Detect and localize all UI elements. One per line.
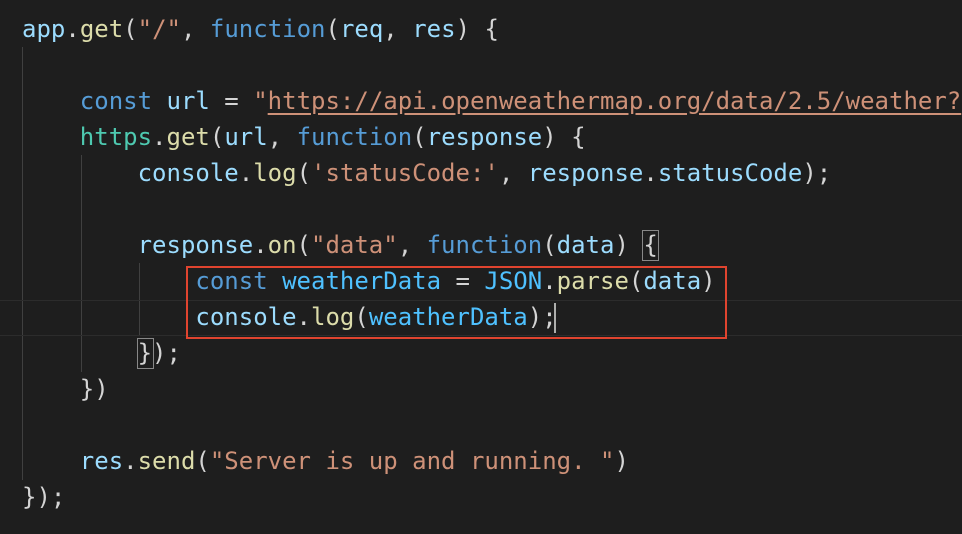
code-token: , [180,15,210,43]
code-token: ) { [542,123,586,151]
code-token: "data" [311,231,398,259]
code-token: , [267,123,297,151]
code-token: , [397,231,427,259]
code-editor[interactable]: app.get("/", function(req, res) { const … [0,0,962,534]
code-token: ( [195,447,210,475]
code-token: response [426,123,543,151]
code-token: on [267,231,297,259]
code-line[interactable]: res.send("Server is up and running. ") [22,443,629,479]
code-token: function [426,231,543,259]
code-token: url [224,123,268,151]
code-token: send [137,447,196,475]
code-token: app [22,15,66,43]
code-line[interactable]: app.get("/", function(req, res) { [22,11,499,47]
code-token: . [65,15,80,43]
code-token: res [79,447,124,475]
code-token: = [209,87,254,115]
code-token: res [412,15,456,43]
code-token: url [166,87,210,115]
code-token: https://api.openweathermap.org/data/2.5/… [267,87,962,115]
code-line[interactable]: https.get(url, function(response) { [22,119,586,155]
code-token: ( [296,231,311,259]
code-token: . [123,447,138,475]
code-line[interactable]: }) [22,371,109,407]
annotation-highlight-box [186,266,727,339]
code-token: }); [22,483,66,511]
code-token: ( [412,123,427,151]
code-token: function [296,123,413,151]
code-token: ) { [455,15,499,43]
code-token: ( [542,231,557,259]
code-token: https [79,123,153,151]
code-token: "Server is up and running. " [209,447,615,475]
code-token: data [556,231,615,259]
code-token: ); [802,159,832,187]
code-line[interactable]: }); [22,335,181,371]
code-token: response [527,159,644,187]
code-token: function [209,15,326,43]
code-line[interactable]: }); [22,479,65,515]
code-token: . [643,159,658,187]
code-token: }) [79,375,109,403]
code-token: . [238,159,254,187]
code-token: statusCode [657,159,803,187]
code-token: ( [296,159,312,187]
code-token: ( [123,15,138,43]
code-line[interactable]: console.log('statusCode:', response.stat… [22,155,832,191]
code-token: get [79,15,124,43]
code-line[interactable]: const url = "https://api.openweathermap.… [22,83,961,119]
code-line[interactable]: response.on("data", function(data) { [22,227,658,263]
code-token: . [253,231,268,259]
code-token: const [79,87,153,115]
code-token: console [137,159,239,187]
code-token: "/" [137,15,181,43]
code-token: req [339,15,384,43]
code-token: , [383,15,413,43]
code-token: , [498,159,528,187]
code-token: ) { [614,231,658,259]
code-token: " [253,87,268,115]
code-token: 'statusCode:' [311,159,499,187]
code-token: ( [209,123,225,151]
code-token: response [137,231,254,259]
code-token: log [253,159,297,187]
code-token: ( [325,15,340,43]
code-token: ) [614,447,629,475]
code-token: }); [137,339,181,367]
code-token: . [152,123,167,151]
code-token: get [166,123,210,151]
